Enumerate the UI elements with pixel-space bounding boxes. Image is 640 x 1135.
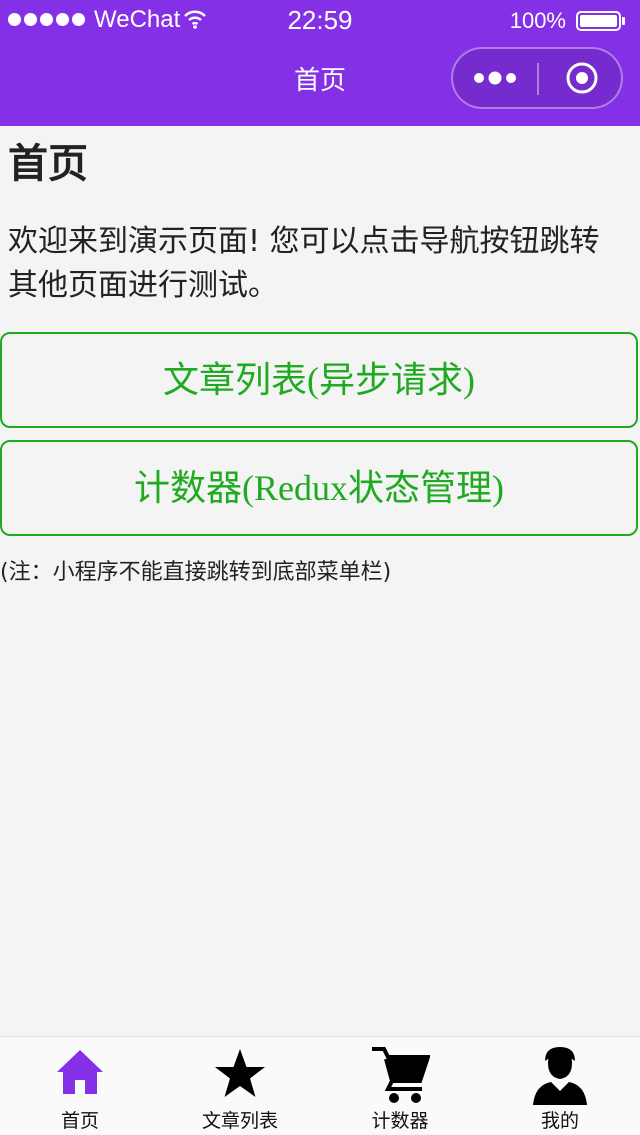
- battery-percent: 100%: [509, 8, 566, 33]
- tab-articles[interactable]: 文章列表: [160, 1037, 320, 1135]
- more-dots-icon[interactable]: [471, 64, 521, 92]
- navigation-bar: 首页: [0, 40, 640, 126]
- intro-text: 欢迎来到演示页面! 您可以点击导航按钮跳转其他页面进行测试。: [8, 224, 600, 303]
- home-icon: [57, 1050, 103, 1094]
- article-list-button[interactable]: 文章列表(异步请求): [0, 332, 638, 428]
- tab-home[interactable]: 首页: [0, 1037, 160, 1135]
- user-icon: [533, 1047, 587, 1105]
- tab-bar: 首页 文章列表 计数器 我的: [0, 1036, 640, 1134]
- close-miniprogram-icon[interactable]: [565, 61, 599, 95]
- status-bar: WeChat 22:59 100%: [0, 0, 640, 40]
- tab-label-counter: 计数器: [371, 1110, 429, 1132]
- capsule-divider: [537, 63, 539, 95]
- counter-button[interactable]: 计数器(Redux状态管理): [0, 440, 638, 536]
- star-icon: [215, 1049, 265, 1097]
- battery-icon: [576, 11, 625, 31]
- tab-profile[interactable]: 我的: [480, 1037, 640, 1135]
- tab-label-profile: 我的: [540, 1110, 579, 1132]
- tab-counter[interactable]: 计数器: [320, 1037, 480, 1135]
- cart-icon: [372, 1047, 430, 1103]
- tab-label-home: 首页: [60, 1110, 99, 1132]
- tab-label-articles: 文章列表: [201, 1110, 278, 1132]
- page-title: 首页: [8, 141, 88, 187]
- tab-note-text: (注：小程序不能直接跳转到底部菜单栏): [0, 560, 392, 585]
- miniprogram-capsule: [451, 47, 623, 109]
